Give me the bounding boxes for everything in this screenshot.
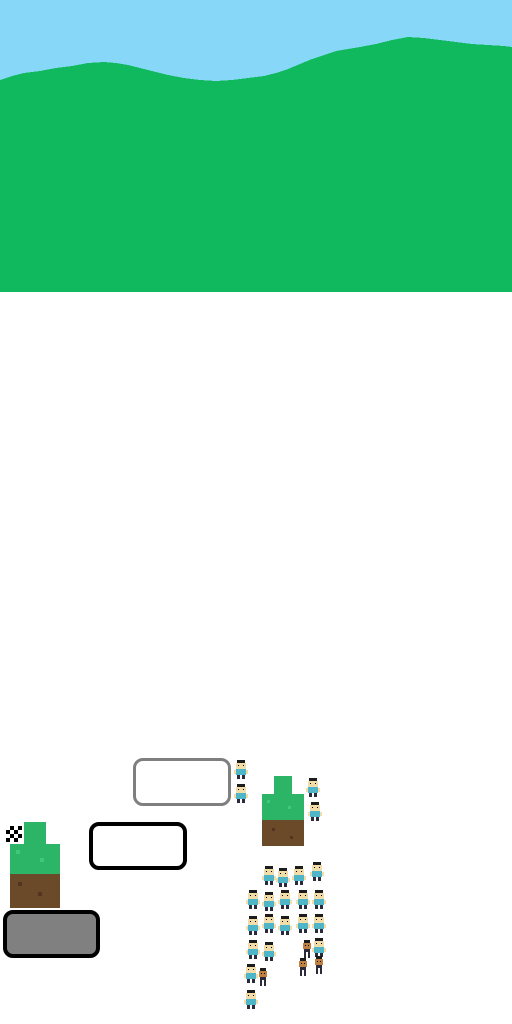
villager-icon[interactable] xyxy=(278,916,292,935)
villager-icon[interactable] xyxy=(278,890,292,909)
villager-icon[interactable] xyxy=(296,890,310,909)
villager-icon[interactable] xyxy=(234,784,248,803)
villager-icon[interactable] xyxy=(312,914,326,933)
villager-icon[interactable] xyxy=(276,868,290,887)
filled-slot-bottom[interactable] xyxy=(3,910,100,958)
villager-icon[interactable] xyxy=(234,760,248,779)
villager-icon[interactable] xyxy=(244,990,258,1009)
totem-icon[interactable] xyxy=(298,958,308,976)
villager-icon[interactable] xyxy=(246,940,260,959)
villager-icon[interactable] xyxy=(244,964,258,983)
grass-block-icon[interactable] xyxy=(10,822,60,908)
villager-icon[interactable] xyxy=(310,862,324,881)
empty-slot-top[interactable] xyxy=(133,758,231,806)
totem-icon[interactable] xyxy=(314,956,324,974)
totem-icon[interactable] xyxy=(258,968,268,986)
villager-icon[interactable] xyxy=(262,866,276,885)
villager-icon[interactable] xyxy=(296,914,310,933)
villager-icon[interactable] xyxy=(262,914,276,933)
villager-icon[interactable] xyxy=(262,942,276,961)
villager-icon[interactable] xyxy=(306,778,320,797)
totem-icon[interactable] xyxy=(302,940,312,958)
villager-icon[interactable] xyxy=(308,802,322,821)
villager-icon[interactable] xyxy=(246,890,260,909)
empty-slot-middle[interactable] xyxy=(89,822,187,870)
villager-icon[interactable] xyxy=(262,892,276,911)
landscape-scene xyxy=(0,0,512,292)
villager-icon[interactable] xyxy=(312,938,326,957)
villager-icon[interactable] xyxy=(246,916,260,935)
villager-icon[interactable] xyxy=(292,866,306,885)
grass-block-icon[interactable] xyxy=(262,776,304,846)
villager-icon[interactable] xyxy=(312,890,326,909)
